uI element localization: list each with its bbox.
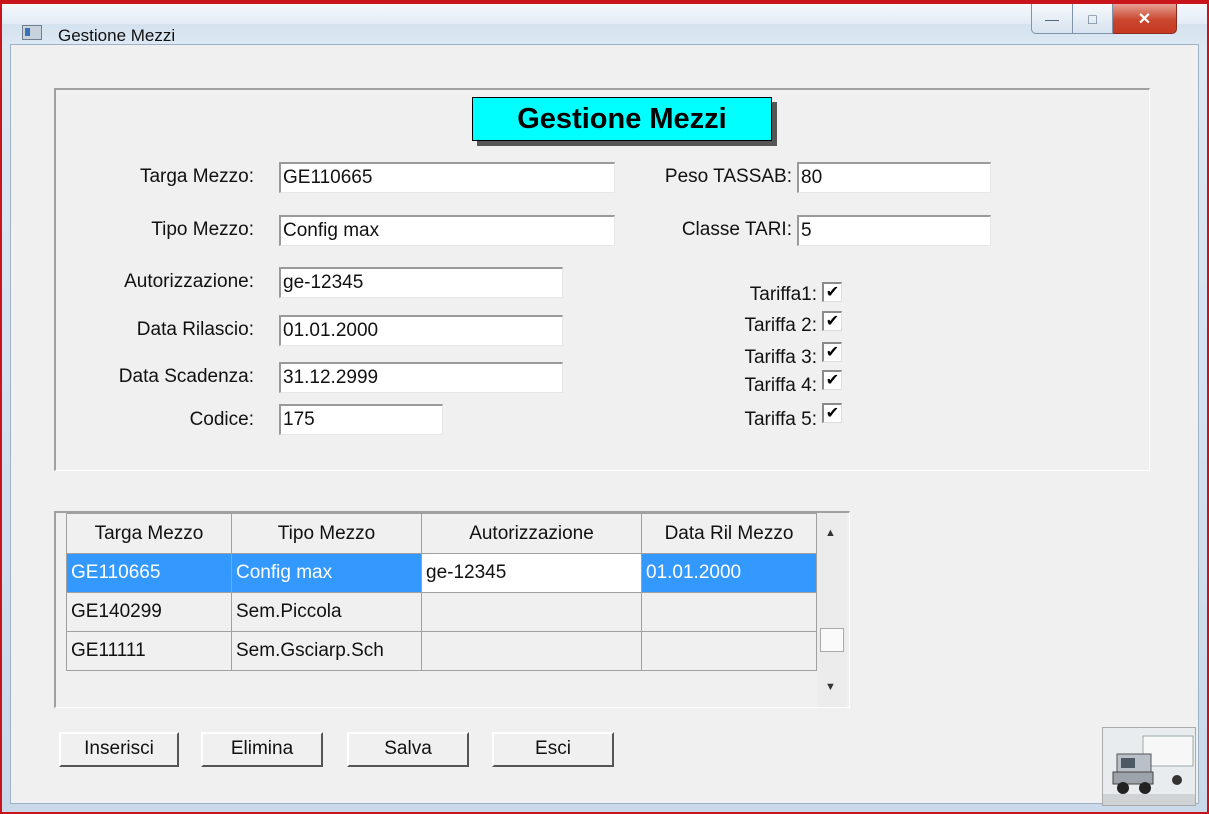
table-cell[interactable]: Sem.Gsciarp.Sch [231, 631, 422, 671]
table-cell[interactable] [641, 592, 817, 632]
title-bar: Gestione Mezzi — □ ✕ [2, 4, 1207, 45]
tariffa5-label: Tariffa 5: [744, 409, 817, 430]
table-cell[interactable]: 01.01.2000 [641, 553, 817, 593]
minimize-button[interactable]: — [1031, 4, 1073, 34]
tariffa1-checkbox[interactable]: ✔ [822, 282, 842, 302]
table-cell[interactable]: GE140299 [66, 592, 232, 632]
scroll-down-icon[interactable]: ▼ [825, 681, 836, 693]
column-header[interactable]: Data Ril Mezzo [641, 513, 817, 554]
vehicles-grid[interactable]: Targa Mezzo Tipo Mezzo Autorizzazione Da… [54, 511, 850, 708]
peso-field[interactable]: 80 [797, 162, 991, 193]
data-rilascio-field[interactable]: 01.01.2000 [279, 315, 563, 346]
table-cell[interactable] [421, 592, 642, 632]
table-row[interactable]: GE140299 Sem.Piccola [66, 592, 817, 632]
tariffa4-checkbox[interactable]: ✔ [822, 370, 842, 390]
codice-field[interactable]: 175 [279, 404, 443, 435]
tariffa5-checkbox[interactable]: ✔ [822, 403, 842, 423]
maximize-button[interactable]: □ [1073, 4, 1113, 34]
autorizzazione-field[interactable]: ge-12345 [279, 267, 563, 298]
app-window-icon [22, 25, 42, 40]
esci-button[interactable]: Esci [492, 732, 614, 767]
salva-button[interactable]: Salva [347, 732, 469, 767]
tariffa3-checkbox[interactable]: ✔ [822, 342, 842, 362]
client-area: Gestione Mezzi Targa Mezzo: GE110665 Tip… [10, 44, 1199, 806]
classe-field[interactable]: 5 [797, 215, 991, 246]
window-controls: — □ ✕ [1031, 4, 1177, 38]
tipo-label: Tipo Mezzo: [151, 219, 254, 240]
table-cell[interactable]: Sem.Piccola [231, 592, 422, 632]
scroll-up-icon[interactable]: ▲ [825, 527, 836, 539]
table-cell[interactable] [641, 631, 817, 671]
peso-label: Peso TASSAB: [664, 166, 792, 187]
truck-icon [1102, 727, 1196, 806]
main-window: Gestione Mezzi — □ ✕ Gestione Mezzi Targ… [0, 0, 1209, 814]
classe-label: Classe TARI: [681, 219, 792, 240]
autorizzazione-label: Autorizzazione: [124, 271, 254, 292]
tariffa2-label: Tariffa 2: [744, 315, 817, 336]
table-row[interactable]: GE11111 Sem.Gsciarp.Sch [66, 631, 817, 671]
table-header-row: Targa Mezzo Tipo Mezzo Autorizzazione Da… [66, 513, 817, 554]
targa-label: Targa Mezzo: [139, 166, 254, 187]
table-cell-editor[interactable]: ge-12345 [421, 553, 642, 593]
table-cell[interactable] [421, 631, 642, 671]
column-header[interactable]: Targa Mezzo [66, 513, 232, 554]
tariffa2-checkbox[interactable]: ✔ [822, 311, 842, 331]
column-header[interactable]: Tipo Mezzo [231, 513, 422, 554]
column-header[interactable]: Autorizzazione [421, 513, 642, 554]
data-rilascio-label: Data Rilascio: [136, 319, 254, 340]
close-button[interactable]: ✕ [1113, 4, 1177, 34]
tariffa3-label: Tariffa 3: [744, 347, 817, 368]
inserisci-button[interactable]: Inserisci [59, 732, 179, 767]
tariffa1-label: Tariffa1: [749, 284, 817, 305]
window-title: Gestione Mezzi [58, 26, 176, 45]
tariffa4-label: Tariffa 4: [744, 375, 817, 396]
table-cell[interactable]: GE110665 [66, 553, 232, 593]
data-scadenza-label: Data Scadenza: [118, 366, 254, 387]
scroll-thumb[interactable] [820, 628, 844, 652]
table-row[interactable]: GE110665 Config max ge-12345 01.01.2000 [66, 553, 817, 593]
data-scadenza-field[interactable]: 31.12.2999 [279, 362, 563, 393]
form-heading: Gestione Mezzi [472, 97, 772, 141]
table-cell[interactable]: GE11111 [66, 631, 232, 671]
vertical-scrollbar[interactable]: ▲ ▼ [817, 513, 847, 707]
tipo-field[interactable]: Config max [279, 215, 615, 246]
vehicles-table: Targa Mezzo Tipo Mezzo Autorizzazione Da… [66, 513, 817, 671]
targa-field[interactable]: GE110665 [279, 162, 615, 193]
table-cell[interactable]: Config max [231, 553, 422, 593]
codice-label: Codice: [189, 409, 254, 430]
elimina-button[interactable]: Elimina [201, 732, 323, 767]
